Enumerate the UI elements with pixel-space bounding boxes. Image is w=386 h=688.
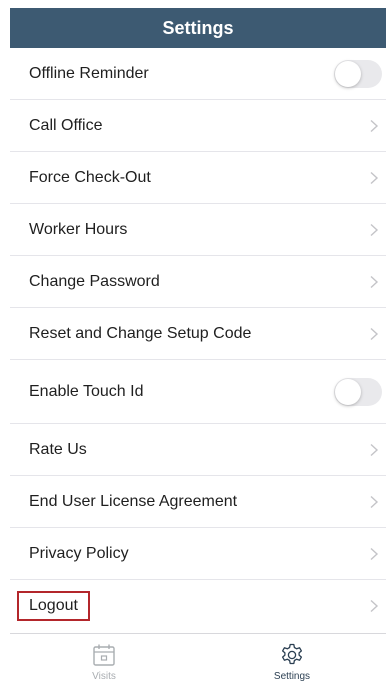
tab-settings[interactable]: Settings bbox=[198, 634, 386, 688]
tab-bar: Visits Settings bbox=[10, 633, 386, 688]
settings-row-reset-setup-code[interactable]: Reset and Change Setup Code bbox=[10, 308, 386, 360]
settings-row-worker-hours[interactable]: Worker Hours bbox=[10, 204, 386, 256]
settings-row-label: Privacy Policy bbox=[29, 544, 129, 562]
settings-row-offline-reminder: Offline Reminder bbox=[10, 48, 386, 100]
chevron-right-icon bbox=[368, 599, 380, 613]
settings-row-force-check-out[interactable]: Force Check-Out bbox=[10, 152, 386, 204]
nav-bar: Settings bbox=[10, 8, 386, 48]
gear-icon bbox=[279, 642, 305, 668]
settings-row-label: Force Check-Out bbox=[29, 168, 151, 186]
tab-visits[interactable]: Visits bbox=[10, 634, 198, 688]
chevron-right-icon bbox=[368, 547, 380, 561]
toggle-knob bbox=[335, 60, 361, 87]
page-title: Settings bbox=[162, 17, 234, 38]
settings-row-rate-us[interactable]: Rate Us bbox=[10, 424, 386, 476]
settings-row-call-office[interactable]: Call Office bbox=[10, 100, 386, 152]
settings-row-label: Worker Hours bbox=[29, 220, 128, 238]
chevron-right-icon bbox=[368, 119, 380, 133]
settings-row-logout[interactable]: Logout bbox=[10, 580, 386, 632]
settings-row-label: End User License Agreement bbox=[29, 492, 238, 510]
settings-row-eula[interactable]: End User License Agreement bbox=[10, 476, 386, 528]
settings-row-privacy-policy[interactable]: Privacy Policy bbox=[10, 528, 386, 580]
chevron-right-icon bbox=[368, 275, 380, 289]
settings-row-label: Reset and Change Setup Code bbox=[29, 324, 252, 342]
chevron-right-icon bbox=[368, 327, 380, 341]
logout-label: Logout bbox=[17, 591, 90, 621]
chevron-right-icon bbox=[368, 171, 380, 185]
settings-row-label: Call Office bbox=[29, 116, 103, 134]
chevron-right-icon bbox=[368, 495, 380, 509]
enable-touch-id-toggle[interactable] bbox=[334, 377, 382, 406]
chevron-right-icon bbox=[368, 223, 380, 237]
settings-row-label: Change Password bbox=[29, 272, 160, 290]
settings-row-change-password[interactable]: Change Password bbox=[10, 256, 386, 308]
tab-label: Visits bbox=[92, 671, 116, 682]
settings-row-enable-touch-id: Enable Touch Id bbox=[10, 360, 386, 424]
offline-reminder-toggle[interactable] bbox=[334, 59, 382, 88]
settings-row-label: Rate Us bbox=[29, 440, 87, 458]
settings-row-label: Enable Touch Id bbox=[29, 382, 144, 400]
settings-row-label: Offline Reminder bbox=[29, 64, 149, 82]
settings-list: Offline Reminder Call Office Force Check… bbox=[10, 48, 386, 632]
tab-label: Settings bbox=[273, 671, 311, 682]
chevron-right-icon bbox=[368, 443, 380, 457]
toggle-knob bbox=[335, 378, 361, 405]
calendar-icon bbox=[91, 642, 117, 668]
